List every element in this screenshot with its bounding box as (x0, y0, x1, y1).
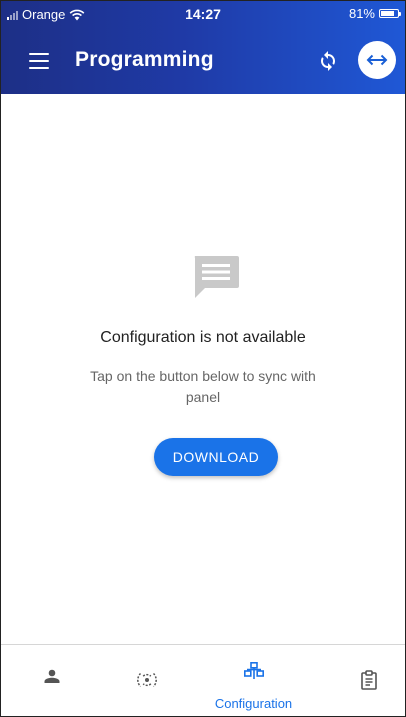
hierarchy-icon (244, 662, 264, 679)
battery-icon (379, 9, 401, 18)
header: Orange 14:27 81% Programming (1, 1, 405, 94)
person-icon (44, 669, 60, 683)
status-right: 81% (348, 6, 401, 21)
left-right-arrow-icon (366, 54, 388, 66)
page-title: Programming (75, 48, 214, 71)
nav-item-sensor[interactable] (102, 645, 203, 716)
nav-label-configuration: Configuration (214, 696, 293, 711)
message-icon (194, 256, 239, 298)
status-bar: Orange 14:27 81% (1, 1, 405, 29)
hamburger-menu-icon[interactable] (29, 53, 49, 69)
empty-state-subtitle: Tap on the button below to sync with pan… (90, 368, 316, 405)
nav-item-report[interactable] (304, 645, 405, 716)
app-bar: Programming (1, 35, 405, 87)
nav-item-configuration[interactable]: Configuration (203, 645, 304, 716)
bottom-navigation: Configuration (1, 644, 405, 716)
empty-state: Configuration is not available Tap on th… (1, 94, 405, 644)
status-time: 14:27 (185, 6, 221, 22)
battery-percent: 81% (348, 6, 375, 21)
empty-state-title: Configuration is not available (100, 329, 306, 346)
sync-icon[interactable] (316, 49, 340, 73)
clipboard-icon (361, 670, 377, 690)
connect-button[interactable] (358, 41, 396, 79)
app-frame: Orange 14:27 81% Programming Configurati… (0, 0, 406, 717)
sensor-icon (137, 672, 157, 688)
download-button[interactable]: DOWNLOAD (154, 438, 278, 476)
nav-item-user[interactable] (1, 645, 102, 716)
